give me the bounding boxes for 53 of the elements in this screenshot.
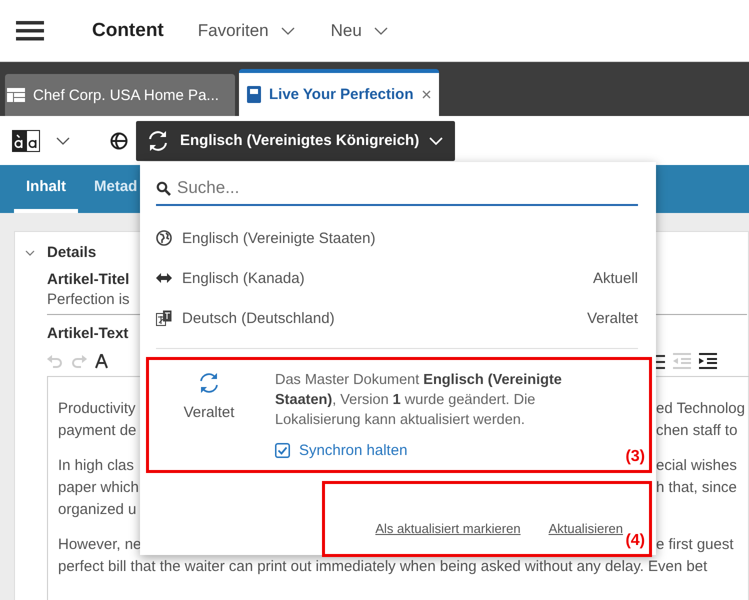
text-format-icon[interactable]: [12, 130, 40, 152]
menu-dropdown[interactable]: Neu: [330, 20, 388, 40]
update-message: Das Master Dokument Englisch (Vereinigte Staaten), Version 1 wurde geändert. Die Lokalisierung kann aktualisiert werden.: [275, 371, 563, 430]
translate-icon: [156, 310, 172, 326]
chevron-icon[interactable]: [25, 250, 35, 256]
annotation-number: (4): [625, 532, 645, 550]
content-tab[interactable]: Metad: [82, 178, 150, 213]
article-text: In high clas: [58, 456, 134, 476]
article-text: e first guest: [656, 535, 734, 555]
globe-icon: [156, 230, 172, 246]
article-text: perfect bill that the waiter can print out immediately when being asked without any delay. Even bet: [58, 557, 708, 577]
article-text: However, ne: [58, 535, 142, 555]
field-label: Artikel-Text: [47, 325, 128, 342]
search-icon: [156, 180, 171, 196]
chevron-icon: [374, 26, 388, 34]
table-icon: [7, 88, 25, 102]
article-text: payment de: [58, 421, 136, 441]
article-text: paper which: [58, 478, 139, 498]
section-title: Details: [47, 244, 96, 261]
document-tab[interactable]: Chef Corp. USA Home Pa...: [5, 74, 235, 116]
locale-option[interactable]: Englisch (Kanada) Aktuell: [156, 258, 638, 298]
chevron-icon: [280, 26, 295, 34]
article-text: Productivity: [58, 399, 136, 419]
action-link[interactable]: Als aktualisiert markieren: [375, 520, 521, 536]
book-icon: [247, 86, 261, 103]
action-link[interactable]: Aktualisieren: [548, 520, 623, 536]
app-title: Content: [92, 20, 164, 42]
locale-dropdown-button[interactable]: Englisch (Vereinigtes Königreich): [136, 120, 456, 160]
locale-option[interactable]: Englisch (Vereinigte Staaten): [156, 218, 638, 258]
article-text: ecial wishes: [656, 456, 737, 476]
locale-option[interactable]: Deutsch (Deutschland) Veraltet: [156, 298, 638, 338]
chevron-icon: [429, 136, 444, 144]
globe-icon[interactable]: [110, 132, 128, 150]
article-text: h that, since: [656, 478, 737, 498]
article-text: ed Technolog: [656, 399, 745, 419]
field-label: Artikel-Titel: [47, 271, 130, 288]
status-label: Veraltet: [184, 404, 234, 421]
article-text: chen staff to: [656, 421, 738, 441]
font-size-icon[interactable]: [95, 353, 111, 369]
status-label: Veraltet: [587, 310, 638, 326]
document-tab[interactable]: Live Your Perfection: [239, 69, 438, 116]
double-arrow-icon: [156, 272, 172, 284]
close-icon[interactable]: [422, 90, 430, 99]
sync-icon: [197, 372, 221, 394]
chevron-icon[interactable]: [56, 136, 70, 144]
menu-dropdown[interactable]: Favoriten: [198, 20, 295, 40]
sync-icon: [146, 130, 170, 152]
menu-icon[interactable]: [16, 20, 44, 40]
article-text: organized u: [58, 500, 136, 520]
annotation-number: (3): [625, 448, 645, 466]
status-label: Aktuell: [592, 270, 638, 286]
sync-checkbox[interactable]: Synchron halten: [275, 442, 605, 459]
indent-icon[interactable]: [699, 353, 717, 369]
